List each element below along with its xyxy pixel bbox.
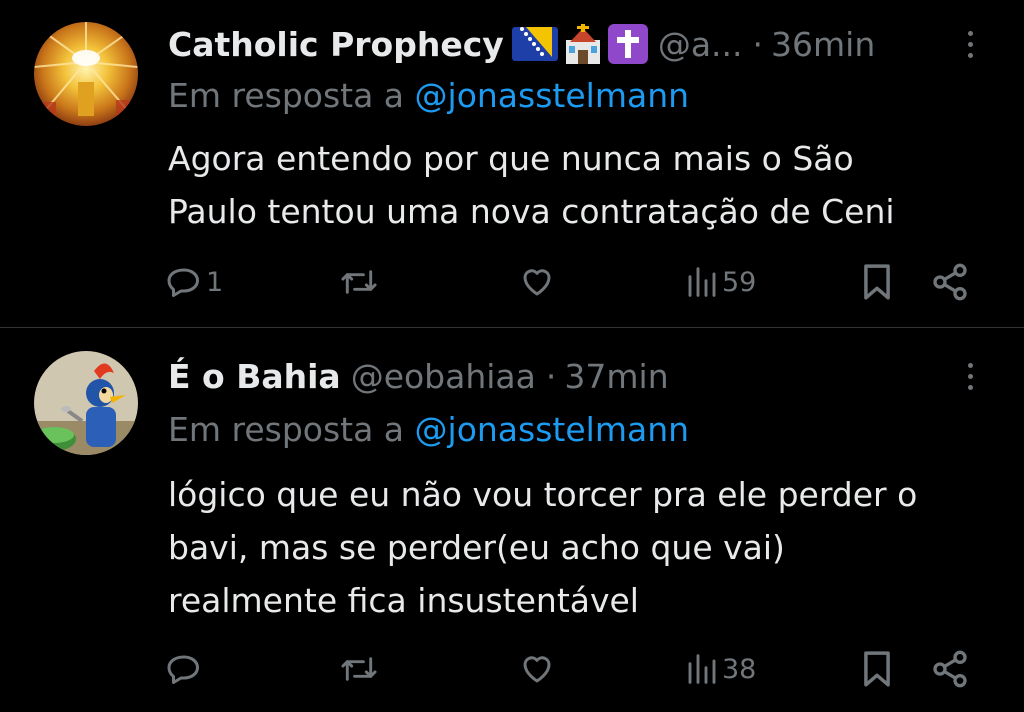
- tweet-header: Catholic Prophecy @a... · 36min: [168, 22, 875, 66]
- tweet-text: lógico que eu não vou torcer pra ele per…: [168, 468, 988, 627]
- retweet-button[interactable]: [340, 649, 378, 689]
- author-handle[interactable]: @a...: [658, 25, 743, 64]
- analytics-icon: [688, 654, 716, 684]
- views-button[interactable]: 59: [686, 262, 756, 302]
- share-icon: [933, 650, 967, 688]
- timestamp[interactable]: 37min: [564, 357, 668, 396]
- heart-icon: [523, 269, 551, 296]
- latin-cross-emoji: [607, 24, 648, 64]
- share-button[interactable]: [930, 649, 970, 689]
- reply-mention-link[interactable]: @jonasstelmann: [415, 410, 690, 449]
- bookmark-button[interactable]: [860, 649, 894, 689]
- timestamp[interactable]: 36min: [771, 25, 875, 64]
- tweet[interactable]: É o Bahia @eobahiaa · 37min Em resposta …: [0, 328, 1024, 712]
- reply-context: Em resposta a @jonasstelmann: [168, 410, 689, 449]
- reply-icon: [167, 268, 199, 297]
- reply-mention-link[interactable]: @jonasstelmann: [415, 76, 690, 115]
- tweet-text-line: realmente fica insustentável: [168, 581, 639, 620]
- church-emoji: [565, 24, 600, 64]
- more-options-icon[interactable]: [958, 22, 982, 66]
- name-emojis: [511, 24, 648, 64]
- separator: ·: [752, 24, 764, 64]
- tweet-text-line: Paulo tentou uma nova contratação de Cen…: [168, 192, 895, 231]
- avatar[interactable]: [34, 351, 138, 455]
- avatar[interactable]: [34, 22, 138, 126]
- view-count: 59: [722, 266, 757, 298]
- analytics-icon: [688, 267, 716, 297]
- tweet-header: É o Bahia @eobahiaa · 37min: [168, 354, 669, 398]
- reply-button[interactable]: [166, 649, 206, 689]
- separator: ·: [545, 356, 557, 396]
- views-button[interactable]: 38: [686, 649, 756, 689]
- tweet[interactable]: Catholic Prophecy @a... · 36min Em respo…: [0, 0, 1024, 328]
- share-icon: [933, 263, 967, 301]
- more-options-icon[interactable]: [958, 354, 982, 398]
- action-bar: 1 59: [0, 262, 1024, 302]
- bookmark-icon: [864, 651, 890, 687]
- bookmark-button[interactable]: [860, 262, 894, 302]
- reply-prefix: Em resposta a: [168, 76, 405, 115]
- heart-icon: [523, 656, 551, 683]
- reply-prefix: Em resposta a: [168, 410, 405, 449]
- tweet-text: Agora entendo por que nunca mais o São P…: [168, 132, 988, 238]
- retweet-icon: [341, 270, 377, 294]
- reply-icon: [167, 655, 199, 684]
- tweet-text-line: lógico que eu não vou torcer pra ele per…: [168, 475, 918, 514]
- author-name[interactable]: É o Bahia: [168, 357, 341, 396]
- reply-button[interactable]: 1: [166, 262, 223, 302]
- like-button[interactable]: [518, 262, 556, 302]
- like-button[interactable]: [518, 649, 556, 689]
- share-button[interactable]: [930, 262, 970, 302]
- tweet-text-line: Agora entendo por que nunca mais o São: [168, 139, 854, 178]
- bookmark-icon: [864, 264, 890, 300]
- bosnia-flag-emoji: [511, 27, 558, 61]
- tweet-text-line: bavi, mas se perder(eu acho que vai): [168, 528, 785, 567]
- view-count: 38: [722, 653, 757, 685]
- retweet-button[interactable]: [340, 262, 378, 302]
- author-name[interactable]: Catholic Prophecy: [168, 25, 504, 64]
- retweet-icon: [341, 657, 377, 681]
- reply-count: 1: [206, 266, 224, 298]
- action-bar: 38: [0, 649, 1024, 689]
- author-handle[interactable]: @eobahiaa: [351, 357, 536, 396]
- reply-context: Em resposta a @jonasstelmann: [168, 76, 689, 115]
